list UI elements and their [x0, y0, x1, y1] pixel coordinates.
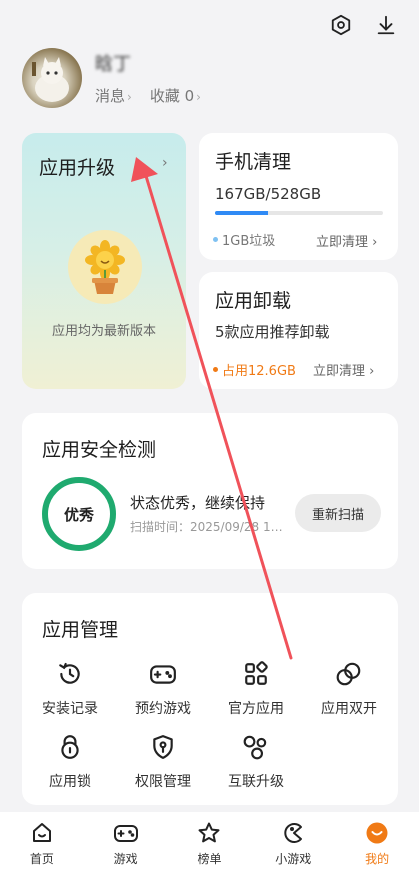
rescan-button[interactable]: 重新扫描: [295, 494, 381, 532]
nav-item-home[interactable]: 首页: [7, 820, 77, 867]
grid-item-label: 官方应用: [228, 701, 284, 717]
grid-item-official-apps[interactable]: 官方应用: [211, 659, 301, 718]
storage-usage: 167GB/528GB: [215, 185, 322, 203]
grid-item-permissions[interactable]: 权限管理: [118, 732, 208, 791]
grid-item-label: 互联升级: [228, 774, 284, 790]
messages-label: 消息: [95, 87, 126, 105]
grid-item-app-lock[interactable]: 应用锁: [25, 732, 115, 791]
cleanup-action-label: 立即清理: [316, 235, 369, 250]
nav-item-rankings[interactable]: 榜单: [174, 820, 244, 867]
gamepad-icon: [113, 820, 139, 846]
avatar[interactable]: [22, 48, 82, 108]
security-score-ring: 优秀: [42, 477, 116, 551]
apps-icon: [241, 659, 271, 689]
chevron-right-icon: ›: [127, 90, 132, 104]
bottom-nav: 首页 游戏 榜单 小游戏 我的: [0, 812, 419, 871]
app-management-title: 应用管理: [42, 619, 119, 641]
grid-item-install-history[interactable]: 安装记录: [25, 659, 115, 718]
storage-progress-bar: [215, 211, 383, 215]
uninstall-action-link[interactable]: 立即清理 ›: [313, 360, 374, 379]
pacman-icon: [280, 820, 306, 846]
download-icon[interactable]: [373, 12, 399, 38]
occupied-size: 占用12.6GB: [222, 364, 296, 379]
connect-icon: [241, 732, 271, 762]
messages-link[interactable]: 消息 ›: [95, 85, 132, 106]
security-status: 状态优秀，继续保持: [130, 494, 266, 512]
gamepad-icon: [148, 659, 178, 689]
cleanup-action-link[interactable]: 立即清理 ›: [316, 231, 377, 250]
chevron-right-icon: ›: [196, 90, 201, 104]
app-upgrade-caption: 应用均为最新版本: [51, 324, 156, 339]
favorites-link[interactable]: 收藏 0 ›: [150, 85, 201, 106]
grid-item-label: 应用双开: [321, 701, 377, 717]
security-score: 优秀: [63, 505, 94, 524]
uninstall-action-label: 立即清理: [313, 364, 366, 379]
grid-item-label: 预约游戏: [135, 701, 191, 717]
chevron-right-icon: ›: [369, 364, 375, 379]
app-uninstall-card[interactable]: 应用卸载 5款应用推荐卸载 占用12.6GB 立即清理 ›: [199, 272, 398, 389]
storage-progress-fill: [215, 211, 269, 215]
shield-key-icon: [148, 732, 178, 762]
nav-label: 游戏: [113, 852, 138, 866]
grid-item-dual-apps[interactable]: 应用双开: [304, 659, 394, 718]
junk-size: 1GB垃圾: [222, 234, 276, 249]
scan-time: 扫描时间：2025/09/28 1…: [130, 520, 283, 534]
history-icon: [55, 659, 85, 689]
grid-item-connected-upgrade[interactable]: 互联升级: [211, 732, 301, 791]
chevron-right-icon: ›: [372, 235, 378, 250]
junk-dot-icon: [213, 237, 218, 242]
dual-circles-icon: [334, 659, 364, 689]
grid-item-label: 权限管理: [135, 774, 191, 790]
star-icon: [196, 820, 222, 846]
phone-cleanup-card[interactable]: 手机清理 167GB/528GB 1GB垃圾 立即清理 ›: [199, 133, 398, 260]
sunflower-icon: [68, 230, 142, 304]
nav-label: 小游戏: [275, 852, 312, 866]
chevron-right-icon: ›: [162, 155, 168, 171]
profile-face-icon: [364, 820, 390, 846]
nav-item-games[interactable]: 游戏: [91, 820, 161, 867]
settings-icon[interactable]: [328, 12, 354, 38]
grid-item-reserve-games[interactable]: 预约游戏: [118, 659, 208, 718]
occupied-dot-icon: [213, 367, 218, 372]
grid-item-label: 安装记录: [42, 701, 98, 717]
security-check-card: 应用安全检测 优秀 状态优秀，继续保持 扫描时间：2025/09/28 1… 重…: [22, 413, 398, 569]
nav-label: 首页: [29, 852, 54, 866]
nav-item-mine[interactable]: 我的: [342, 820, 412, 867]
security-check-title: 应用安全检测: [42, 439, 157, 461]
home-icon: [29, 820, 55, 846]
favorites-label: 收藏: [149, 87, 180, 105]
app-management-card: 应用管理 安装记录 预约游戏 官方应用 应用双开 应用锁 权限管理 互联升级: [22, 593, 398, 805]
nav-item-mini-games[interactable]: 小游戏: [258, 820, 328, 867]
username: 晗丁: [95, 54, 131, 75]
uninstall-subtitle: 5款应用推荐卸载: [215, 323, 330, 341]
nav-label: 我的: [365, 852, 390, 866]
phone-cleanup-title: 手机清理: [215, 151, 292, 173]
grid-item-label: 应用锁: [49, 774, 91, 790]
nav-label: 榜单: [197, 852, 222, 866]
lock-icon: [55, 732, 85, 762]
app-uninstall-title: 应用卸载: [215, 290, 292, 312]
app-upgrade-title: 应用升级: [39, 157, 116, 179]
favorites-count: 0: [184, 87, 195, 105]
app-upgrade-card[interactable]: 应用升级 › 应用均为最新版本: [22, 133, 186, 389]
